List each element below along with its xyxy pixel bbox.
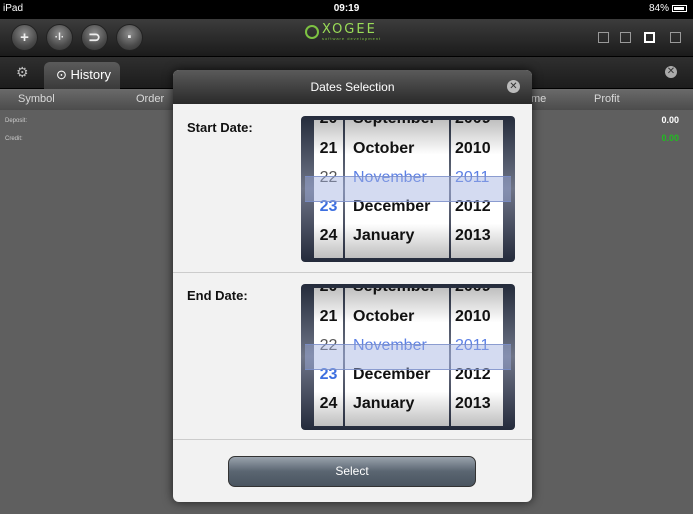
column-order: Order (136, 93, 165, 105)
day-item[interactable]: 21 (314, 302, 343, 332)
credit-value: 0.00 (661, 133, 679, 143)
deposit-value: 0.00 (661, 115, 679, 125)
day-item[interactable]: 20 (314, 120, 343, 134)
column-time: me (531, 93, 547, 105)
credit-label: Credit: (5, 136, 23, 142)
gear-icon[interactable]: ⚙ (16, 64, 29, 81)
battery-percent: 84% (648, 3, 669, 14)
year-item[interactable]: 2010 (451, 302, 503, 332)
year-item[interactable]: 2009 (451, 120, 503, 134)
year-item[interactable]: 2013 (451, 221, 503, 251)
start-date-label: Start Date: (187, 120, 253, 135)
end-date-section: End Date: 20 21 22 23 24 September Octob… (173, 272, 532, 438)
day-item[interactable]: 24 (314, 221, 343, 251)
close-icon[interactable]: ✕ (665, 66, 677, 78)
select-button[interactable]: Select (228, 456, 476, 487)
month-item[interactable]: January (345, 389, 449, 419)
year-item[interactable]: 2013 (451, 389, 503, 419)
day-item[interactable]: 20 (314, 288, 343, 302)
month-item[interactable]: September (345, 120, 449, 134)
lock-button[interactable]: ▪ (116, 24, 143, 51)
layout-split-icon[interactable] (620, 32, 631, 43)
dates-selection-dialog: Dates Selection ✕ Start Date: 20 21 22 2… (173, 70, 532, 502)
xogee-logo: XOGEE software development (305, 23, 381, 41)
start-date-picker[interactable]: 20 21 22 23 24 September October Novembe… (301, 116, 515, 262)
battery-status: 84% (649, 3, 687, 14)
divider (173, 439, 532, 440)
month-item[interactable]: October (345, 134, 449, 164)
deposit-label: Deposit: (5, 118, 28, 124)
dialog-header: Dates Selection ✕ (173, 70, 532, 104)
month-item[interactable]: October (345, 302, 449, 332)
month-item[interactable]: September (345, 288, 449, 302)
logo-subtitle: software development (322, 36, 382, 41)
logo-text: XOGEE (322, 22, 377, 37)
end-date-picker[interactable]: 20 21 22 23 24 September October Novembe… (301, 284, 515, 430)
clock-icon: ⊙ (56, 67, 71, 82)
month-item[interactable]: January (345, 221, 449, 251)
year-item[interactable]: 2010 (451, 134, 503, 164)
logo-icon (305, 25, 319, 39)
layout-full-icon[interactable] (644, 32, 655, 43)
start-date-section: Start Date: 20 21 22 23 24 September Oct… (173, 104, 532, 272)
year-item[interactable]: 2009 (451, 288, 503, 302)
dialog-title: Dates Selection (310, 80, 395, 94)
day-item[interactable]: 24 (314, 389, 343, 419)
tab-history-label: History (70, 67, 111, 82)
selection-indicator (305, 176, 511, 202)
close-icon[interactable]: ✕ (507, 80, 520, 93)
trade-button[interactable]: ·l· (46, 24, 73, 51)
column-symbol: Symbol (18, 93, 55, 105)
battery-icon (672, 5, 687, 12)
column-profit: Profit (594, 93, 620, 105)
tab-history[interactable]: ⊙ History (44, 62, 120, 89)
refresh-button[interactable]: ⊃ (81, 24, 108, 51)
status-bar: iPad 09:19 84% (0, 0, 693, 19)
layout-quad-icon[interactable] (670, 32, 681, 43)
add-button[interactable]: + (11, 24, 38, 51)
layout-single-icon[interactable] (598, 32, 609, 43)
clock: 09:19 (333, 3, 360, 14)
end-date-label: End Date: (187, 288, 248, 303)
selection-indicator (305, 344, 511, 370)
day-item[interactable]: 21 (314, 134, 343, 164)
